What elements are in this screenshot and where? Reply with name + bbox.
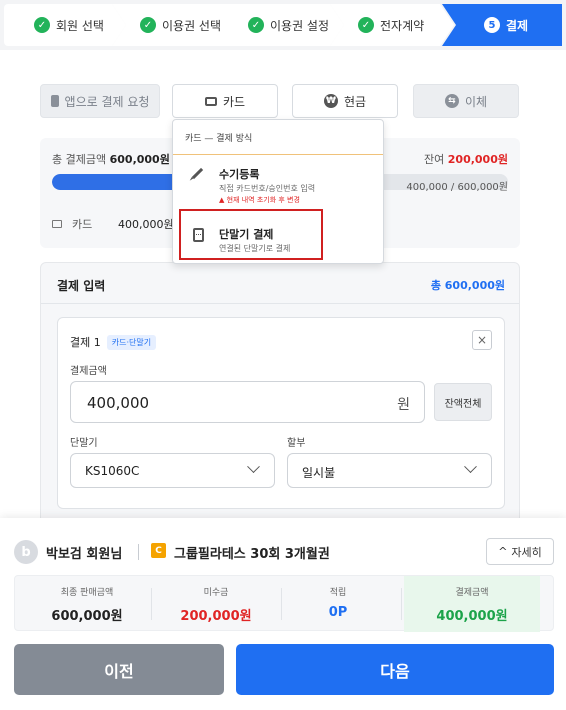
amount-value: 400,000 (87, 394, 150, 412)
chevron-down-icon (464, 460, 477, 474)
step-label: 이용권 설정 (270, 18, 330, 33)
member-name: 박보검 회원님 (46, 547, 123, 562)
close-icon[interactable]: × (472, 330, 492, 350)
step-pass-select: ✓ 이용권 선택 (112, 4, 236, 46)
divider (41, 303, 519, 304)
installment-value: 일시불 (302, 466, 336, 480)
method-chip: 카드·단말기 (106, 334, 157, 350)
manual-entry-option[interactable]: 수기등록 직접 카드번호/승인번호 입력 ▲ 현재 내역 초기화 후 변경 (173, 156, 383, 206)
amount-input[interactable]: 400,000 원 (70, 381, 425, 423)
bottom-panel: b 박보검 회원님 C 그룹필라테스 30회 3개월권 ^ 자세히 최종 판매금액… (0, 518, 566, 710)
installment-select[interactable]: 일시불 (287, 453, 492, 488)
card-icon (204, 96, 217, 106)
method-label: 이체 (464, 94, 488, 109)
section-title: 결제 입력 (57, 279, 106, 293)
transfer-method-button[interactable]: ⇆ 이체 (413, 84, 519, 118)
popover-header: 카드 — 결제 방식 (185, 134, 253, 144)
amount-unit: 원 (397, 397, 410, 413)
chevron-down-icon (247, 460, 260, 474)
payment-stats: 최종 판매금액 600,000원 미수금 200,000원 적립 0P 결제금액 400… (14, 575, 554, 632)
step-label: 전자계약 (380, 18, 425, 33)
product-icon: C (151, 543, 166, 558)
step-member-select: ✓ 회원 선택 (4, 4, 126, 46)
phone-icon (50, 95, 59, 107)
step-pass-settings: ✓ 이용권 설정 (220, 4, 344, 46)
stat-paid: 결제금액 400,000원 (404, 576, 540, 632)
chevron-up-icon: ^ (498, 545, 508, 558)
terminal-label: 단말기 (70, 438, 98, 449)
stat-outstanding: 미수금 200,000원 (180, 588, 252, 624)
app-payment-request-button[interactable]: 앱으로 결제 요청 (40, 84, 160, 118)
transfer-icon: ⇆ (444, 94, 459, 108)
selection-highlight (179, 209, 323, 260)
check-icon: ✓ (140, 17, 156, 33)
entry-title: 결제 1 카드·단말기 (70, 334, 157, 350)
check-icon: ✓ (248, 17, 264, 33)
option-subtitle: 직접 카드번호/승인번호 입력 (219, 184, 316, 193)
avatar: b (14, 540, 38, 564)
step-label: 이용권 선택 (162, 18, 222, 33)
step-payment: 5 결제 (442, 4, 562, 46)
detail-button[interactable]: ^ 자세히 (486, 538, 554, 565)
method-label: 카드 (222, 94, 246, 109)
check-icon: ✓ (34, 17, 50, 33)
step-indicator: ✓ 회원 선택 ✓ 이용권 선택 ✓ 이용권 설정 ✓ 전자계약 5 결제 (0, 0, 566, 50)
step-e-contract: ✓ 전자계약 (330, 4, 454, 46)
option-warning: ▲ 현재 내역 초기화 후 변경 (219, 196, 300, 204)
previous-button[interactable]: 이전 (14, 644, 224, 695)
option-title: 수기등록 (219, 168, 260, 181)
step-number: 5 (484, 17, 500, 33)
pencil-icon (191, 167, 204, 180)
amount-label: 결제금액 (70, 366, 107, 377)
card-payment-amount: 400,000원 (118, 218, 174, 231)
payment-input-section: 결제 입력 총 600,000원 결제 1 카드·단말기 × 결제금액 400,0… (40, 262, 520, 532)
cash-method-button[interactable]: ₩ 현금 (292, 84, 398, 118)
terminal-select[interactable]: KS1060C (70, 453, 275, 488)
remain-all-button[interactable]: 잔액전체 (434, 383, 492, 421)
installment-label: 할부 (287, 438, 306, 449)
method-label: 현금 (343, 94, 367, 109)
card-payment-row: 카드 (52, 216, 92, 232)
divider (138, 544, 139, 560)
check-icon: ✓ (358, 17, 374, 33)
payment-ratio: 400,000 / 600,000원 (406, 182, 508, 193)
product-name: 그룹필라테스 30회 3개월권 (174, 547, 330, 562)
stat-final-price: 최종 판매금액 600,000원 (51, 588, 123, 624)
step-label: 회원 선택 (56, 18, 104, 33)
remaining-amount: 잔여 200,000원 (424, 153, 508, 166)
divider (173, 154, 383, 155)
payment-entry: 결제 1 카드·단말기 × 결제금액 400,000 원 잔액전체 단말기 할부 … (57, 317, 505, 509)
method-label: 앱으로 결제 요청 (64, 94, 150, 109)
section-total: 총 600,000원 (430, 279, 505, 292)
total-amount: 총 결제금액 600,000원 (52, 153, 170, 166)
detail-label: 자세히 (511, 545, 542, 559)
won-icon: ₩ (323, 94, 338, 108)
terminal-value: KS1060C (85, 464, 140, 478)
card-icon (52, 220, 62, 228)
card-method-button[interactable]: 카드 (172, 84, 278, 118)
next-button[interactable]: 다음 (236, 644, 554, 695)
step-label: 결제 (506, 18, 529, 33)
stat-points: 적립 0P (328, 588, 348, 620)
